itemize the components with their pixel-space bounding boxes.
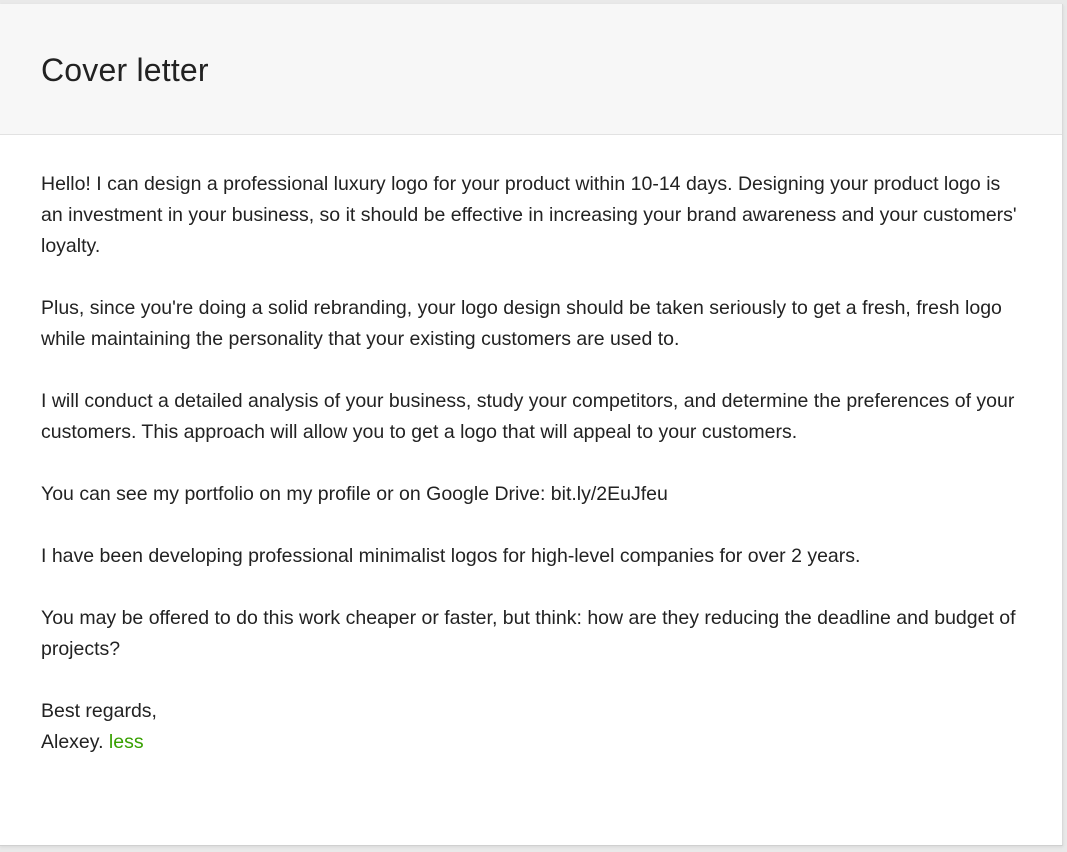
letter-paragraph: I have been developing professional mini… <box>41 545 861 567</box>
letter-paragraph: You can see my portfolio on my profile o… <box>41 483 668 505</box>
cover-letter-body: Hello! I can design a professional luxur… <box>0 135 1062 758</box>
letter-paragraph: You may be offered to do this work cheap… <box>41 607 1016 660</box>
letter-paragraph: Hello! I can design a professional luxur… <box>41 173 1017 257</box>
show-less-link[interactable]: less <box>109 731 144 753</box>
letter-signature: Alexey. <box>41 731 104 753</box>
letter-closing: Best regards, <box>41 700 157 722</box>
letter-paragraph: I will conduct a detailed analysis of yo… <box>41 390 1015 443</box>
letter-signature-line: Alexey. less <box>41 727 1021 758</box>
page-title: Cover letter <box>41 52 209 88</box>
cover-letter-card: Cover letter Hello! I can design a profe… <box>0 4 1063 846</box>
card-header: Cover letter <box>0 4 1062 135</box>
letter-paragraph: Plus, since you're doing a solid rebrand… <box>41 297 1002 350</box>
